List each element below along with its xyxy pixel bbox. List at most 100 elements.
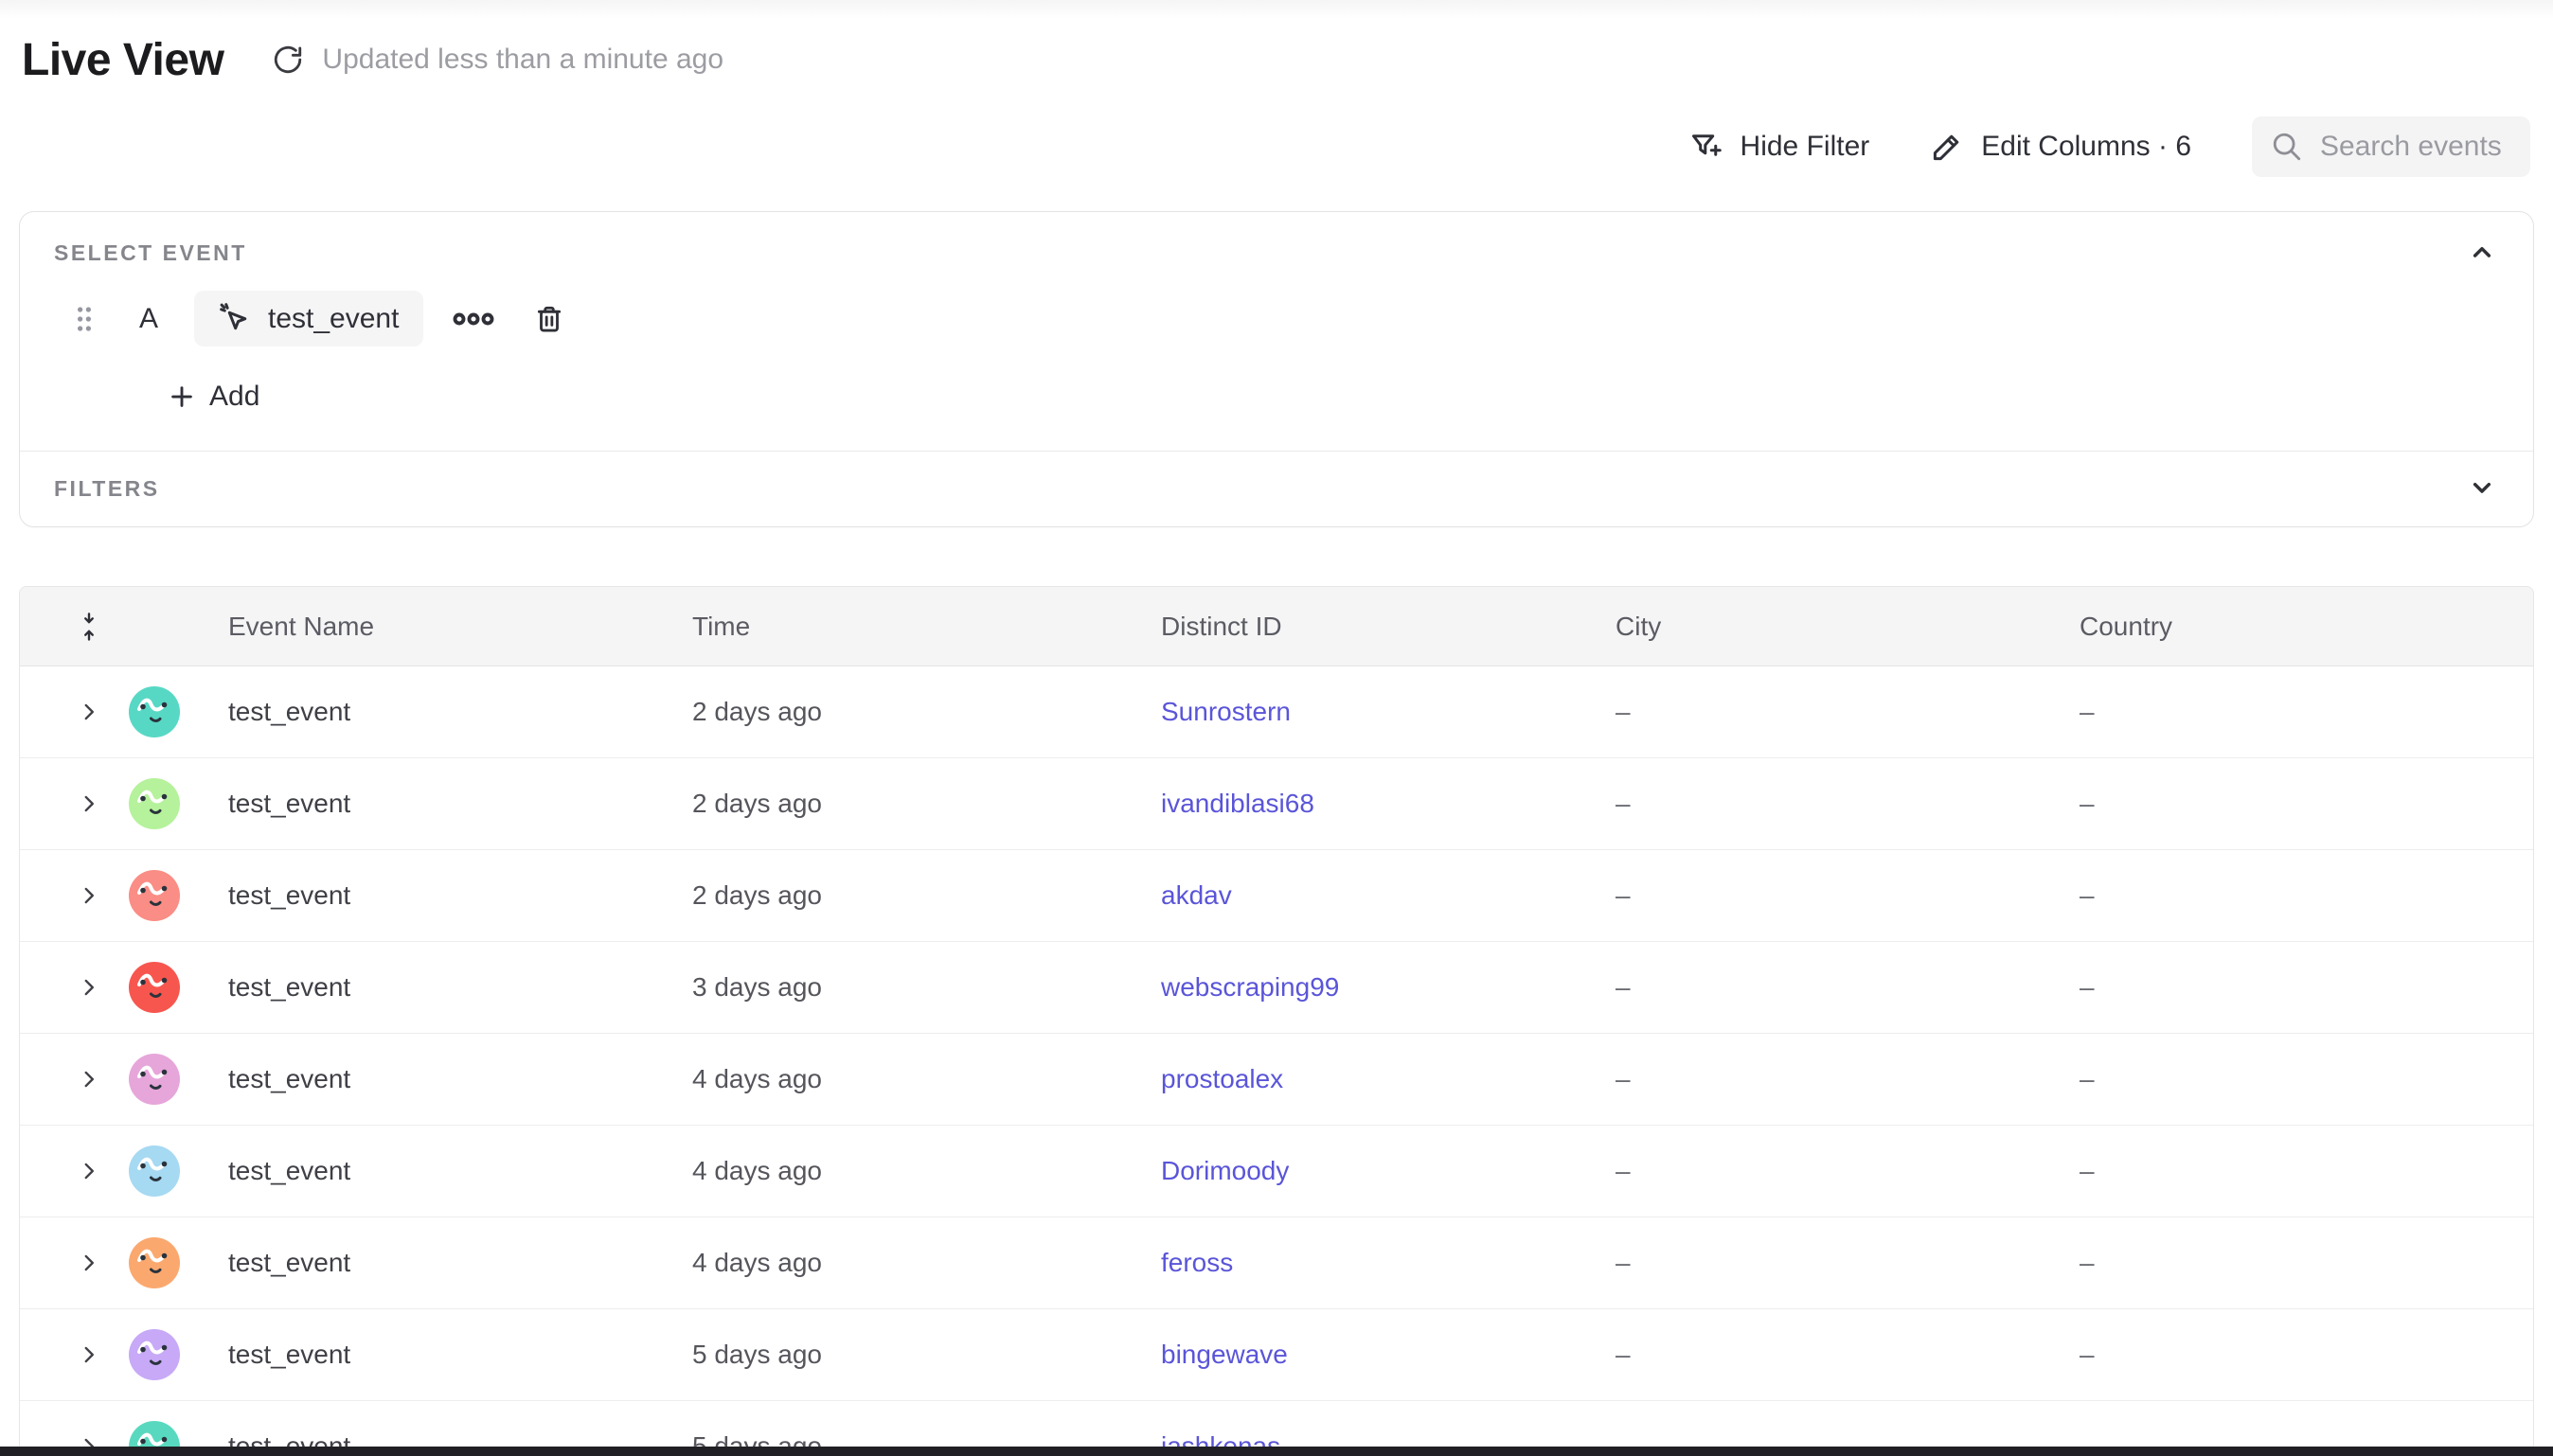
chevron-right-icon bbox=[77, 791, 101, 816]
selected-event-name: test_event bbox=[268, 303, 399, 335]
table-body: test_event 2 days ago Sunrostern – – bbox=[20, 666, 2533, 1456]
cell-time: 2 days ago bbox=[692, 789, 1161, 819]
cell-city: – bbox=[1616, 1248, 2080, 1278]
table-row[interactable]: test_event 2 days ago ivandiblasi68 – – bbox=[20, 758, 2533, 850]
plus-icon bbox=[168, 382, 196, 411]
cell-distinct-id-link[interactable]: bingewave bbox=[1161, 1340, 1616, 1370]
expand-row-button[interactable] bbox=[53, 975, 124, 1000]
cell-distinct-id-link[interactable]: webscraping99 bbox=[1161, 972, 1616, 1003]
cell-time: 2 days ago bbox=[692, 880, 1161, 911]
query-builder-card: SELECT EVENT A bbox=[19, 211, 2534, 527]
doodle-face-icon bbox=[129, 1237, 180, 1288]
bottom-edge-strip bbox=[0, 1447, 2553, 1456]
chevron-right-icon bbox=[77, 1342, 101, 1367]
user-avatar bbox=[129, 778, 180, 829]
cell-city: – bbox=[1616, 1064, 2080, 1094]
column-header-country[interactable]: Country bbox=[2080, 612, 2533, 642]
cell-distinct-id-link[interactable]: feross bbox=[1161, 1248, 1616, 1278]
user-avatar bbox=[129, 1054, 180, 1105]
event-row: A test_event bbox=[75, 291, 2491, 346]
event-series-letter: A bbox=[137, 303, 160, 335]
user-avatar bbox=[129, 962, 180, 1013]
hide-filter-button[interactable]: Hide Filter bbox=[1689, 130, 1870, 164]
add-event-button[interactable]: Add bbox=[168, 381, 2491, 413]
chevron-up-icon bbox=[2467, 237, 2497, 267]
top-gradient-band bbox=[0, 0, 2553, 19]
expand-filters-button[interactable] bbox=[2465, 471, 2499, 505]
cell-event-name: test_event bbox=[228, 972, 692, 1003]
column-header-city[interactable]: City bbox=[1616, 612, 2080, 642]
cell-country: – bbox=[2080, 697, 2533, 727]
cell-event-name: test_event bbox=[228, 1248, 692, 1278]
cell-country: – bbox=[2080, 972, 2533, 1003]
column-header-event-name[interactable]: Event Name bbox=[228, 612, 692, 642]
search-input[interactable] bbox=[2320, 131, 2509, 163]
cell-distinct-id-link[interactable]: ivandiblasi68 bbox=[1161, 789, 1616, 819]
cell-time: 4 days ago bbox=[692, 1156, 1161, 1186]
user-avatar bbox=[129, 1237, 180, 1288]
expand-row-button[interactable] bbox=[53, 1159, 124, 1183]
doodle-face-icon bbox=[129, 870, 180, 921]
cell-city: – bbox=[1616, 880, 2080, 911]
cell-country: – bbox=[2080, 1064, 2533, 1094]
select-event-section: SELECT EVENT A bbox=[20, 212, 2533, 451]
chevron-down-icon bbox=[2467, 472, 2497, 503]
table-row[interactable]: test_event 3 days ago webscraping99 – – bbox=[20, 942, 2533, 1034]
column-header-time[interactable]: Time bbox=[692, 612, 1161, 642]
cell-event-name: test_event bbox=[228, 880, 692, 911]
cell-time: 3 days ago bbox=[692, 972, 1161, 1003]
cell-event-name: test_event bbox=[228, 1156, 692, 1186]
cell-distinct-id-link[interactable]: Sunrostern bbox=[1161, 697, 1616, 727]
cell-distinct-id-link[interactable]: prostoalex bbox=[1161, 1064, 1616, 1094]
select-event-label: SELECT EVENT bbox=[54, 240, 2491, 266]
column-header-distinct-id[interactable]: Distinct ID bbox=[1161, 612, 1616, 642]
doodle-face-icon bbox=[129, 1145, 180, 1197]
table-row[interactable]: test_event 2 days ago Sunrostern – – bbox=[20, 666, 2533, 758]
cell-city: – bbox=[1616, 789, 2080, 819]
edit-columns-button[interactable]: Edit Columns · 6 bbox=[1930, 130, 2191, 164]
delete-event-button[interactable] bbox=[533, 303, 565, 335]
events-table: Event Name Time Distinct ID City Country bbox=[19, 586, 2534, 1456]
table-row[interactable]: test_event 4 days ago prostoalex – – bbox=[20, 1034, 2533, 1126]
collapse-section-button[interactable] bbox=[2465, 235, 2499, 269]
cell-event-name: test_event bbox=[228, 1064, 692, 1094]
cursor-click-icon bbox=[219, 302, 253, 336]
edit-columns-label: Edit Columns · 6 bbox=[1981, 131, 2191, 163]
expand-row-button[interactable] bbox=[53, 1251, 124, 1275]
cell-country: – bbox=[2080, 1340, 2533, 1370]
user-avatar bbox=[129, 1145, 180, 1197]
refresh-button[interactable] bbox=[269, 41, 307, 79]
cell-event-name: test_event bbox=[228, 697, 692, 727]
drag-handle-icon[interactable] bbox=[75, 305, 94, 333]
refresh-icon bbox=[272, 44, 304, 76]
user-avatar bbox=[129, 1329, 180, 1380]
hide-filter-label: Hide Filter bbox=[1741, 131, 1870, 163]
chevron-right-icon bbox=[77, 1251, 101, 1275]
chevron-right-icon bbox=[77, 975, 101, 1000]
filters-label: FILTERS bbox=[54, 476, 2491, 502]
doodle-face-icon bbox=[129, 1329, 180, 1380]
search-box[interactable] bbox=[2252, 116, 2530, 177]
table-row[interactable]: test_event 4 days ago feross – – bbox=[20, 1217, 2533, 1309]
doodle-face-icon bbox=[129, 686, 180, 737]
expand-row-button[interactable] bbox=[53, 700, 124, 724]
cell-distinct-id-link[interactable]: akdav bbox=[1161, 880, 1616, 911]
expand-row-button[interactable] bbox=[53, 883, 124, 908]
pencil-icon bbox=[1930, 130, 1964, 164]
expand-row-button[interactable] bbox=[53, 1067, 124, 1092]
cell-country: – bbox=[2080, 1156, 2533, 1186]
table-row[interactable]: test_event 2 days ago akdav – – bbox=[20, 850, 2533, 942]
cell-distinct-id-link[interactable]: Dorimoody bbox=[1161, 1156, 1616, 1186]
cell-country: – bbox=[2080, 880, 2533, 911]
table-row[interactable]: test_event 4 days ago Dorimoody – – bbox=[20, 1126, 2533, 1217]
user-avatar bbox=[129, 870, 180, 921]
event-selector-button[interactable]: test_event bbox=[194, 291, 423, 346]
expand-row-button[interactable] bbox=[53, 1342, 124, 1367]
expand-row-button[interactable] bbox=[53, 791, 124, 816]
collapse-rows-button[interactable] bbox=[53, 611, 124, 643]
more-options-button[interactable] bbox=[452, 305, 495, 333]
cell-time: 5 days ago bbox=[692, 1340, 1161, 1370]
table-row[interactable]: test_event 5 days ago bingewave – – bbox=[20, 1309, 2533, 1401]
cell-event-name: test_event bbox=[228, 1340, 692, 1370]
filters-section: FILTERS bbox=[20, 451, 2533, 526]
